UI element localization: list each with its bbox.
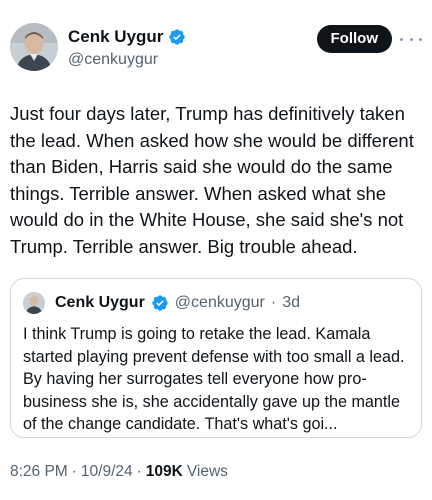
quoted-avatar-image — [23, 292, 45, 314]
views-label: Views — [186, 463, 228, 480]
author-names: Cenk Uygur @cenkuygur — [68, 26, 186, 71]
more-dots-icon[interactable] — [400, 30, 422, 48]
tweet-text: Just four days later, Trump has definiti… — [10, 103, 414, 257]
tweet: Cenk Uygur @cenkuygur Follow Just four d… — [0, 0, 432, 500]
author-handle[interactable]: @cenkuygur — [68, 49, 186, 71]
quoted-tweet[interactable]: Cenk Uygur @cenkuygur · 3d I think Trump i… — [10, 278, 422, 438]
display-name[interactable]: Cenk Uygur — [68, 26, 163, 48]
tweet-time[interactable]: 8:26 PM — [10, 463, 68, 481]
quoted-separator: · — [270, 294, 277, 311]
quoted-display-name: Cenk Uygur — [55, 294, 145, 311]
meta-separator: · — [136, 463, 142, 480]
avatar-image — [10, 23, 58, 71]
tweet-date[interactable]: 10/9/24 — [81, 463, 133, 481]
quoted-tweet-text: I think Trump is going to retake the lea… — [23, 325, 405, 433]
dot — [400, 37, 403, 41]
tweet-meta: 8:26 PM · 10/9/24 · 109K Views — [10, 463, 228, 481]
meta-separator: · — [71, 463, 77, 480]
quoted-handle: @cenkuygur — [174, 294, 265, 311]
quoted-age: 3d — [282, 294, 300, 311]
avatar[interactable] — [10, 23, 58, 71]
dot — [419, 37, 422, 41]
views-count[interactable]: 109K — [146, 463, 183, 481]
dot — [409, 37, 413, 41]
quoted-tweet-header: Cenk Uygur @cenkuygur · 3d — [23, 291, 409, 315]
verified-badge-icon — [169, 29, 186, 45]
tweet-header: Cenk Uygur @cenkuygur Follow — [10, 20, 422, 76]
quoted-verified-badge-icon — [152, 295, 168, 311]
display-name-row: Cenk Uygur — [68, 26, 186, 48]
follow-button[interactable]: Follow — [316, 25, 392, 53]
quoted-avatar — [23, 292, 45, 314]
